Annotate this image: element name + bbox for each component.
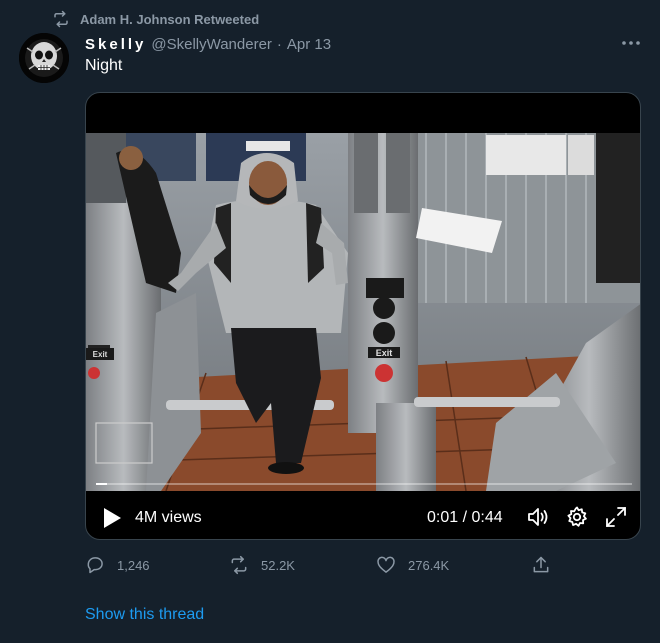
- show-thread-link[interactable]: Show this thread: [85, 606, 204, 624]
- more-options-icon[interactable]: [620, 34, 642, 52]
- video-player[interactable]: Exit Exit 4M views 0:01 / 0:44: [85, 92, 641, 540]
- tweet-actions: 1,246 52.2K 276.4K: [85, 555, 555, 577]
- tweet-date[interactable]: Apr 13: [287, 36, 331, 53]
- video-still: Exit Exit: [86, 133, 640, 491]
- fullscreen-icon[interactable]: [604, 505, 628, 529]
- retweet-count: 52.2K: [261, 557, 295, 573]
- like-action[interactable]: 276.4K: [376, 555, 449, 575]
- tweet-text: Night: [85, 57, 123, 74]
- tweet-header: Skelly @SkellyWanderer · Apr 13: [85, 34, 331, 54]
- exit-label: Exit: [93, 350, 108, 359]
- retweet-label: Adam H. Johnson Retweeted: [80, 11, 260, 27]
- exit-sign: Exit: [376, 348, 393, 358]
- heart-icon: [377, 556, 395, 573]
- reply-count: 1,246: [117, 557, 150, 573]
- video-frame[interactable]: Exit Exit: [86, 133, 640, 491]
- reply-action[interactable]: 1,246: [85, 555, 150, 575]
- retweet-action[interactable]: 52.2K: [229, 555, 295, 575]
- like-count: 276.4K: [408, 557, 450, 573]
- retweet-action-icon: [231, 555, 247, 575]
- share-icon: [533, 556, 549, 573]
- retweet-context[interactable]: Adam H. Johnson Retweeted: [52, 10, 259, 28]
- author-display-name[interactable]: Skelly: [85, 36, 146, 53]
- settings-gear-icon[interactable]: [565, 505, 589, 529]
- video-controls: 4M views 0:01 / 0:44: [86, 497, 640, 537]
- retweet-icon: [54, 10, 68, 28]
- video-progress-fill: [96, 483, 107, 485]
- author-handle[interactable]: @SkellyWanderer: [151, 36, 272, 53]
- view-count: 4M views: [135, 509, 202, 526]
- separator-dot: ·: [276, 35, 282, 53]
- reply-icon: [87, 557, 103, 574]
- avatar[interactable]: [19, 33, 69, 83]
- volume-icon[interactable]: [526, 505, 550, 529]
- share-action[interactable]: [531, 555, 551, 575]
- play-icon[interactable]: [102, 507, 122, 529]
- video-time: 0:01 / 0:44: [427, 509, 503, 526]
- avatar-image: [19, 33, 69, 83]
- video-progress-bar[interactable]: [96, 483, 632, 485]
